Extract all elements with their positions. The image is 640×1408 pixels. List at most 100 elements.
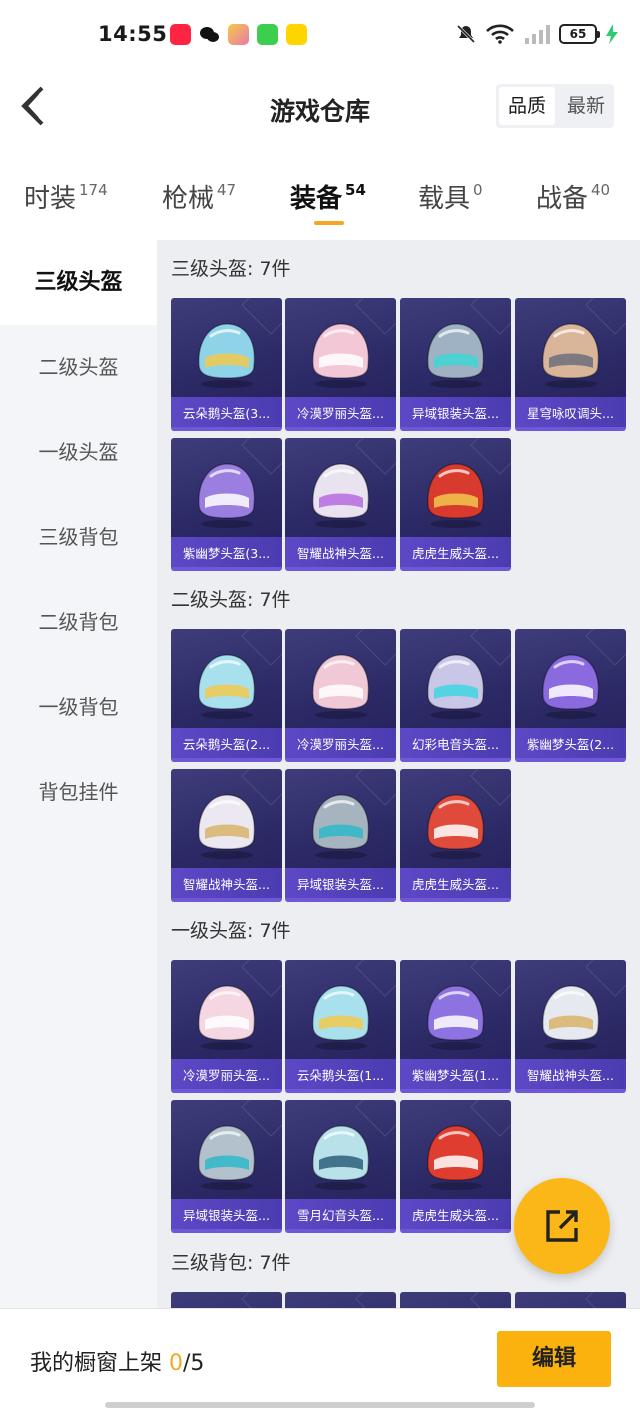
item-card[interactable]: 冷漠罗丽头盔... [171,960,282,1093]
section-title: 三级背包: 7件 [171,1252,291,1274]
item-card[interactable]: 雪月幻音头盔... [285,1100,396,1233]
item-card[interactable]: 虎虎生威头盔... [400,769,511,902]
tab-count: 174 [79,181,108,199]
tab-count: 40 [591,181,611,199]
showcase-bar: 我的橱窗上架 0/5 编辑 [0,1308,640,1408]
helmet-image [427,323,485,388]
section-title: 二级头盔: 7件 [171,589,291,611]
item-card[interactable]: 虎虎生威头盔... [400,438,511,571]
section-title: 三级头盔: 7件 [171,258,291,280]
tab-fashion[interactable]: 时装 174 [24,178,108,215]
sort-toggle: 品质 最新 [495,84,614,128]
tab-vehicles[interactable]: 载具 0 [418,178,483,215]
sidebar-item-backpack-charm[interactable]: 背包挂件 [0,750,157,835]
subcategory-sidebar: 三级头盔 二级头盔 一级头盔 三级背包 二级背包 一级背包 背包挂件 [0,240,157,1308]
item-name: 紫幽梦头盔(2... [526,737,615,752]
tab-label: 时装 [24,184,77,214]
tab-count: 0 [473,181,483,199]
home-indicator [105,1402,535,1408]
page-header: 游戏仓库 品质 最新 [0,70,640,150]
item-card[interactable]: 异域银装头盔... [171,1100,282,1233]
sidebar-item-level2-helmet[interactable]: 二级头盔 [0,325,157,410]
section-title: 一级头盔: 7件 [171,920,291,942]
item-card[interactable]: 云朵鹅头盔(3... [171,298,282,431]
helmet-image [312,985,370,1050]
item-card[interactable]: 智耀战神头盔... [171,769,282,902]
sidebar-item-level3-helmet[interactable]: 三级头盔 [0,240,157,325]
helmet-image [198,1125,256,1190]
item-card[interactable]: 紫幽梦头盔(1... [400,960,511,1093]
item-name: 云朵鹅头盔(1... [296,1068,385,1083]
item-card[interactable]: 异域银装头盔... [400,298,511,431]
active-tab-indicator [314,221,344,225]
xiaohongshu-icon [170,24,191,45]
helmet-image [312,1125,370,1190]
edit-button[interactable]: 编辑 [497,1331,611,1387]
item-card[interactable]: 幻彩电音头盔... [400,629,511,762]
messages-icon [257,24,278,45]
item-card[interactable]: 冷漠罗丽头盔... [285,298,396,431]
wifi-icon [486,24,514,44]
sidebar-item-level2-backpack[interactable]: 二级背包 [0,580,157,665]
signal-icon [525,25,550,44]
tab-equipment[interactable]: 装备 54 [290,178,366,215]
helmet-image [427,794,485,859]
item-name: 冷漠罗丽头盔... [297,737,384,752]
item-card[interactable]: 云朵鹅头盔(1... [285,960,396,1093]
tab-label: 战备 [536,184,589,214]
charging-icon [606,24,618,44]
tab-count: 54 [345,181,366,199]
tab-label: 载具 [418,184,471,214]
item-card[interactable]: 冷漠罗丽头盔... [285,629,396,762]
tab-count: 47 [217,181,237,199]
helmet-image [427,463,485,528]
item-card[interactable]: 异域银装头盔... [285,769,396,902]
sidebar-item-level3-backpack[interactable]: 三级背包 [0,495,157,580]
sort-newest-option[interactable]: 最新 [558,84,614,128]
share-icon [546,1210,578,1242]
item-name: 智耀战神头盔... [297,546,384,561]
status-time: 14:55 [98,22,168,46]
wechat-icon [199,24,220,45]
sidebar-item-level1-helmet[interactable]: 一级头盔 [0,410,157,495]
item-card[interactable] [171,1292,282,1308]
item-name: 星穹咏叹调头... [527,406,614,421]
helmet-image [198,323,256,388]
item-name: 虎虎生威头盔... [412,877,499,892]
tab-label: 枪械 [162,184,215,214]
item-card[interactable]: 紫幽梦头盔(2... [515,629,626,762]
helmet-image [198,654,256,719]
showcase-count: 0 [169,1351,184,1376]
tab-guns[interactable]: 枪械 47 [162,178,236,215]
helmet-image [427,654,485,719]
mall-app-icon [286,24,307,45]
mute-icon [456,24,476,44]
status-bar: 14:55 65 [0,0,640,70]
item-name: 虎虎生威头盔... [412,546,499,561]
helmet-image [312,794,370,859]
item-name: 虎虎生威头盔... [412,1208,499,1223]
item-grid[interactable]: 三级头盔: 7件 云朵鹅头盔(3... 冷漠罗丽头盔... 异域银装头盔... 星穹咏叹… [157,240,640,1308]
item-card[interactable]: 虎虎生威头盔... [400,1100,511,1233]
item-name: 云朵鹅头盔(2... [182,737,271,752]
helmet-image [312,654,370,719]
item-card[interactable]: 云朵鹅头盔(2... [171,629,282,762]
tab-label: 装备 [290,184,343,214]
item-card[interactable]: 智耀战神头盔... [515,960,626,1093]
item-name: 异域银装头盔... [297,877,384,892]
item-card[interactable]: 星穹咏叹调头... [515,298,626,431]
notification-icons [170,24,307,45]
item-card[interactable] [285,1292,396,1308]
sidebar-item-level1-backpack[interactable]: 一级背包 [0,665,157,750]
item-card[interactable] [400,1292,511,1308]
sort-quality-option[interactable]: 品质 [498,87,555,125]
helmet-image [542,985,600,1050]
item-name: 智耀战神头盔... [183,877,270,892]
item-name: 冷漠罗丽头盔... [297,406,384,421]
share-button[interactable] [514,1178,610,1274]
item-name: 异域银装头盔... [412,406,499,421]
item-card[interactable]: 智耀战神头盔... [285,438,396,571]
item-card[interactable]: 紫幽梦头盔(3... [171,438,282,571]
tab-combat-gear[interactable]: 战备 40 [536,178,610,215]
item-card[interactable] [515,1292,626,1308]
